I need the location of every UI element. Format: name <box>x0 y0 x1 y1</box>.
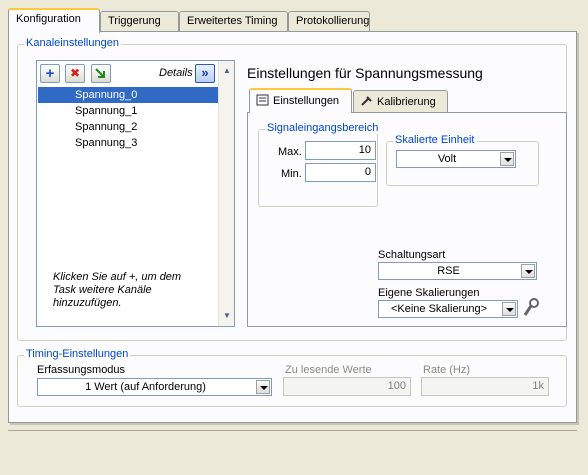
channel-settings-title: Kanaleinstellungen <box>24 37 121 49</box>
details-button[interactable]: » <box>195 64 215 83</box>
chevron-down-icon[interactable] <box>256 380 270 394</box>
samples-to-read-label: Zu lesende Werte <box>285 364 372 376</box>
acquisition-mode-select[interactable]: 1 Wert (auf Anforderung) <box>37 378 272 396</box>
tab-kalibrierung[interactable]: Kalibrierung <box>353 90 448 112</box>
channel-item-0[interactable]: Spannung_0 <box>38 87 220 103</box>
max-label: Max. <box>278 146 302 158</box>
channel-list: Spannung_0 Spannung_1 Spannung_2 Spannun… <box>38 87 220 151</box>
terminal-config-select[interactable]: RSE <box>378 262 537 280</box>
chevron-down-icon[interactable] <box>521 264 535 278</box>
channel-list-box: + ✖ Details » Spannung_0 Spannung_1 Span… <box>36 60 235 327</box>
remove-channel-button[interactable]: ✖ <box>65 64 85 83</box>
scaled-unit-value: Volt <box>437 153 457 165</box>
tab-einstellungen[interactable]: Einstellungen <box>249 88 352 113</box>
custom-scaling-select[interactable]: <Keine Skalierung> <box>378 300 518 318</box>
tab-konfiguration[interactable]: Konfiguration <box>8 8 100 33</box>
channel-item-3[interactable]: Spannung_3 <box>38 135 220 151</box>
custom-scaling-label: Eigene Skalierungen <box>378 287 480 299</box>
bottom-bar <box>8 430 577 460</box>
add-channel-hint: Klicken Sie auf +, um dem Task weitere K… <box>53 271 182 309</box>
tab-erweitertes-timing[interactable]: Erweitertes Timing <box>179 11 288 32</box>
min-label: Min. <box>281 168 302 180</box>
tab-einstellungen-label: Einstellungen <box>273 95 340 107</box>
configuration-panel: Kanaleinstellungen + ✖ Details » Spannun… <box>8 31 577 423</box>
channel-list-scrollbar[interactable]: ▲ ▼ <box>218 61 234 326</box>
calibration-tool-icon <box>361 96 372 106</box>
channel-item-2[interactable]: Spannung_2 <box>38 119 220 135</box>
scroll-down-icon[interactable]: ▼ <box>219 308 235 324</box>
scroll-up-icon[interactable]: ▲ <box>219 63 235 79</box>
terminal-config-value: RSE <box>437 265 460 277</box>
channel-reorder-button[interactable] <box>91 64 111 83</box>
chevron-down-icon[interactable] <box>500 152 514 166</box>
tab-triggerung[interactable]: Triggerung <box>100 11 179 32</box>
scaled-unit-select[interactable]: Volt <box>396 150 516 168</box>
voltage-settings-title: Einstellungen für Spannungsmessung <box>247 65 483 81</box>
arrow-down-right-icon <box>95 68 105 78</box>
samples-to-read-input[interactable]: 100 <box>283 377 411 396</box>
settings-sheet-icon <box>256 94 269 106</box>
details-label: Details <box>159 67 193 79</box>
chevron-down-icon[interactable] <box>502 302 516 316</box>
min-input[interactable]: 0 <box>305 163 376 182</box>
tab-protokollierung[interactable]: Protokollierung <box>288 11 370 32</box>
voltage-settings-panel: Signaleingangsbereich Max. 10 Min. 0 Ska… <box>247 112 567 327</box>
add-channel-button[interactable]: + <box>40 64 60 83</box>
rate-input[interactable]: 1k <box>421 377 549 396</box>
wrench-icon[interactable] <box>522 298 540 318</box>
acquisition-mode-label: Erfassungsmodus <box>37 364 126 376</box>
scaled-unit-title: Skalierte Einheit <box>393 134 477 146</box>
channel-item-1[interactable]: Spannung_1 <box>38 103 220 119</box>
rate-label: Rate (Hz) <box>423 364 471 376</box>
tab-kalibrierung-label: Kalibrierung <box>377 96 436 108</box>
acquisition-mode-value: 1 Wert (auf Anforderung) <box>85 381 206 393</box>
max-input[interactable]: 10 <box>305 141 376 160</box>
custom-scaling-value: <Keine Skalierung> <box>390 303 487 315</box>
terminal-config-label: Schaltungsart <box>378 249 446 261</box>
signal-range-title: Signaleingangsbereich <box>265 122 381 134</box>
timing-settings-title: Timing-Einstellungen <box>24 348 131 360</box>
